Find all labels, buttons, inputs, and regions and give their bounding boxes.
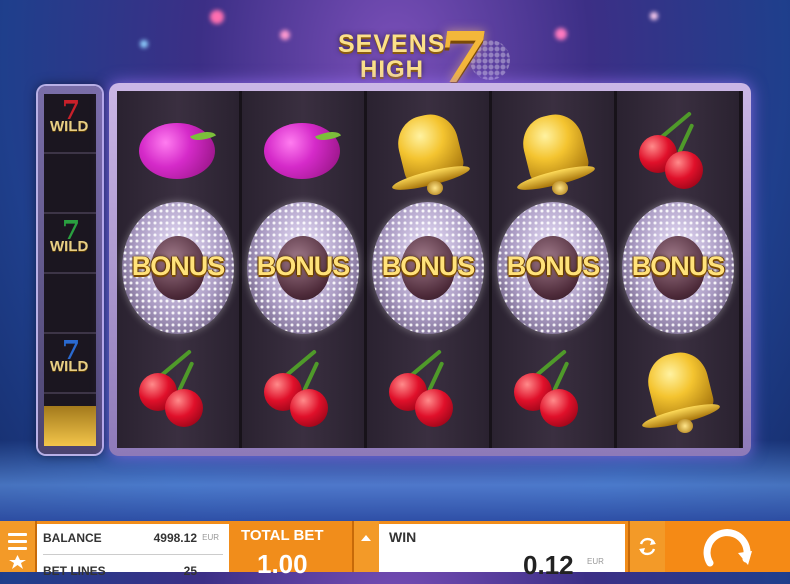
cherry-right bbox=[665, 151, 703, 189]
reel-5: BONUS bbox=[617, 91, 742, 448]
bell-clapper bbox=[552, 181, 568, 195]
game-logo: SEVENS HIGH 7 bbox=[330, 16, 520, 99]
bonus-disc: BONUS bbox=[372, 202, 484, 334]
bonus-label: BONUS bbox=[506, 251, 601, 281]
bell-symbol bbox=[617, 329, 739, 448]
wild-reel: 7 WILD 7 WILD 7 WILD bbox=[38, 86, 102, 454]
bonus-label: BONUS bbox=[631, 251, 726, 281]
bell-symbol bbox=[492, 91, 614, 210]
win-value: 0.12 bbox=[523, 550, 574, 580]
wild-empty-cell bbox=[44, 274, 96, 334]
cherry-stem bbox=[677, 123, 695, 154]
reels-frame: BONUS BONUS BONUS BONUS BONUS bbox=[109, 83, 751, 456]
balance-currency: EUR bbox=[202, 533, 219, 542]
logo-sevens: SEVENS bbox=[338, 30, 446, 58]
reel-4: BONUS bbox=[492, 91, 617, 448]
reel-1: BONUS bbox=[117, 91, 242, 448]
menu-button[interactable] bbox=[0, 521, 37, 572]
stage-light bbox=[555, 28, 567, 40]
cherry-symbol bbox=[367, 329, 489, 448]
total-bet-panel: TOTAL BET 1.00 bbox=[232, 521, 350, 579]
stage-light bbox=[140, 40, 148, 48]
balance-row: BALANCE 4998.12 EUR bbox=[43, 531, 223, 551]
cherry-right bbox=[165, 389, 203, 427]
cherry-right bbox=[540, 389, 578, 427]
logo-high: HIGH bbox=[360, 56, 424, 83]
bonus-label: BONUS bbox=[256, 251, 351, 281]
reels-area: BONUS BONUS BONUS BONUS BONUS bbox=[117, 91, 743, 448]
balance-value: 4998.12 bbox=[153, 531, 197, 545]
stage-light bbox=[280, 30, 290, 40]
bell-symbol bbox=[367, 91, 489, 210]
wild-symbol: 7 WILD bbox=[44, 214, 96, 274]
bonus-disc: BONUS bbox=[497, 202, 609, 334]
bonus-label: BONUS bbox=[381, 251, 476, 281]
bet-lines-label: BET LINES bbox=[43, 564, 106, 578]
bottom-bar: BALANCE 4998.12 EUR BET LINES 25 TOTAL B… bbox=[0, 521, 790, 580]
wild-meter-fill bbox=[44, 406, 96, 446]
cherry-stem bbox=[177, 361, 195, 392]
cherry-symbol bbox=[117, 329, 239, 448]
autoplay-button[interactable] bbox=[628, 521, 667, 572]
reel-2: BONUS bbox=[242, 91, 367, 448]
stage-light bbox=[650, 12, 658, 20]
cherry-right bbox=[415, 389, 453, 427]
stage-light bbox=[210, 10, 224, 24]
bonus-label: BONUS bbox=[131, 251, 226, 281]
spin-button[interactable] bbox=[665, 521, 790, 572]
plum-symbol bbox=[242, 91, 364, 210]
wild-empty-cell bbox=[44, 154, 96, 214]
bet-increase-button[interactable] bbox=[352, 521, 379, 572]
reel-3: BONUS bbox=[367, 91, 492, 448]
balance-label: BALANCE bbox=[43, 531, 102, 545]
autoplay-icon bbox=[639, 537, 656, 556]
win-label: WIN bbox=[389, 529, 417, 545]
plum-symbol bbox=[117, 91, 239, 210]
info-panel: BALANCE 4998.12 EUR BET LINES 25 bbox=[37, 524, 229, 578]
cherry-symbol bbox=[492, 329, 614, 448]
spin-icon bbox=[703, 529, 752, 567]
win-panel: WIN 0.12 EUR bbox=[379, 524, 625, 580]
cherry-stem bbox=[552, 361, 570, 392]
bell-clapper bbox=[427, 181, 443, 195]
cherry-stem bbox=[427, 361, 445, 392]
bonus-disc: BONUS bbox=[247, 202, 359, 334]
bet-lines-row: BET LINES 25 bbox=[43, 554, 223, 584]
win-currency: EUR bbox=[587, 557, 604, 566]
cherry-symbol bbox=[242, 329, 364, 448]
chevron-up-icon bbox=[361, 535, 371, 541]
bet-lines-value: 25 bbox=[183, 564, 197, 578]
bell-clapper bbox=[677, 419, 693, 433]
total-bet-label: TOTAL BET bbox=[241, 527, 324, 544]
bonus-disc: BONUS bbox=[622, 202, 734, 334]
bonus-disc: BONUS bbox=[122, 202, 234, 334]
wild-symbol: 7 WILD bbox=[44, 94, 96, 154]
cherry-symbol bbox=[617, 91, 739, 210]
total-bet-value: 1.00 bbox=[257, 549, 308, 579]
wild-symbol: 7 WILD bbox=[44, 334, 96, 394]
cherry-right bbox=[290, 389, 328, 427]
cherry-stem bbox=[302, 361, 320, 392]
